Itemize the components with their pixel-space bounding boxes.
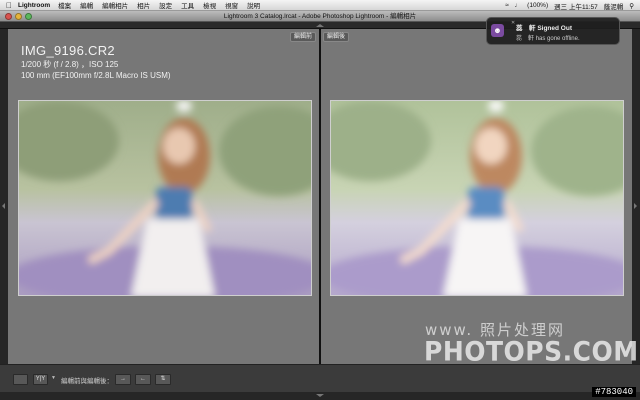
menu-app-name[interactable]: Lightroom [18,2,50,9]
close-window-button[interactable] [5,13,12,20]
notification[interactable]: ☻ ✕ 蕊 軒 Signed Out 蕊 軒 has gone offline. [486,17,620,45]
before-photo[interactable] [18,100,312,296]
menu-view[interactable]: 檢視 [203,0,216,10]
buddy-avatar-icon: ☻ [491,24,504,37]
triangle-up-icon [316,24,324,27]
zoom-window-button[interactable] [25,13,32,20]
bottom-panel-toggle[interactable] [0,392,640,400]
triangle-down-icon [316,394,324,397]
menu-user[interactable]: 蔭泥輯 [604,1,624,11]
triangle-right-icon [634,203,637,209]
chevron-down-icon[interactable]: ▼ [51,375,56,381]
notification-message: 蕊 軒 has gone offline. [516,33,580,42]
menu-edit[interactable]: 編輯 [80,0,93,10]
apple-icon[interactable]:  [0,1,18,10]
copy-before-to-after-button[interactable]: → [115,374,131,385]
menu-help[interactable]: 說明 [247,0,260,10]
watermark-main: PHOTOPS.COM [424,336,639,367]
volume-icon[interactable]: ♩ [515,2,522,9]
before-tag: 編輯前 [289,32,316,42]
wifi-icon[interactable]: ≈ [505,2,509,9]
notification-title-prefix: 蕊 軒 [516,25,536,32]
menu-window[interactable]: 視窗 [225,0,238,10]
battery-indicator[interactable]: (100%) [527,2,548,9]
after-pane: 編輯後 [321,29,632,364]
left-panel-toggle[interactable] [0,29,8,364]
right-panel-toggle[interactable] [632,29,640,364]
menu-tools[interactable]: 工具 [181,0,194,10]
after-photo[interactable] [330,100,624,296]
compare-label: 編輯前與編輯後： [61,378,113,385]
menu-photo[interactable]: 相片 [137,0,150,10]
menu-settings[interactable]: 設定 [159,0,172,10]
lens-info: 100 mm (EF100mm f/2.8L Macro IS USM) [21,71,171,80]
minimize-window-button[interactable] [15,13,22,20]
menu-extras: ≈ ♩ (100%) 週三 上午11:57 蔭泥輯 ⚲ [505,0,634,11]
photo-image [331,101,623,295]
file-name: IMG_9196.CR2 [21,43,115,58]
notification-title: 蕊 軒 Signed Out [516,22,572,32]
notification-message-text: has gone offline. [535,36,580,42]
triangle-left-icon [2,203,5,209]
menu-clock[interactable]: 週三 上午11:57 [554,1,598,11]
window-controls [5,13,32,20]
image-id-tag: #783040 [592,387,636,397]
close-icon[interactable]: ✕ [511,20,515,26]
notification-title-text: Signed Out [537,25,572,32]
swap-button[interactable]: ⇅ [155,374,171,385]
spotlight-icon[interactable]: ⚲ [629,2,634,10]
notification-message-prefix: 蕊 軒 [516,36,535,42]
before-pane: 編輯前 IMG_9196.CR2 1/200 秒 (f / 2.8) ，ISO … [8,29,319,364]
menu-develop[interactable]: 編輯相片 [102,0,128,10]
loupe-view-button[interactable] [13,374,28,385]
menu-file[interactable]: 檔案 [58,0,71,10]
photo-image [19,101,311,295]
before-after-view-button[interactable]: Y|Y [33,374,48,385]
menu-bar:  Lightroom 檔案 編輯 編輯相片 相片 設定 工具 檢視 視窗 說明… [0,0,640,11]
after-tag: 編輯後 [323,32,350,42]
window-title: Lightroom 3 Catalog.lrcat - Adobe Photos… [223,13,417,20]
copy-after-to-before-button[interactable]: ← [135,374,151,385]
exposure-info: 1/200 秒 (f / 2.8) ，ISO 125 [21,60,119,69]
toolbar: Y|Y ▼ 編輯前與編輯後： → ← ⇅ [0,364,640,392]
image-info-overlay: IMG_9196.CR2 1/200 秒 (f / 2.8) ，ISO 125 … [21,43,171,80]
